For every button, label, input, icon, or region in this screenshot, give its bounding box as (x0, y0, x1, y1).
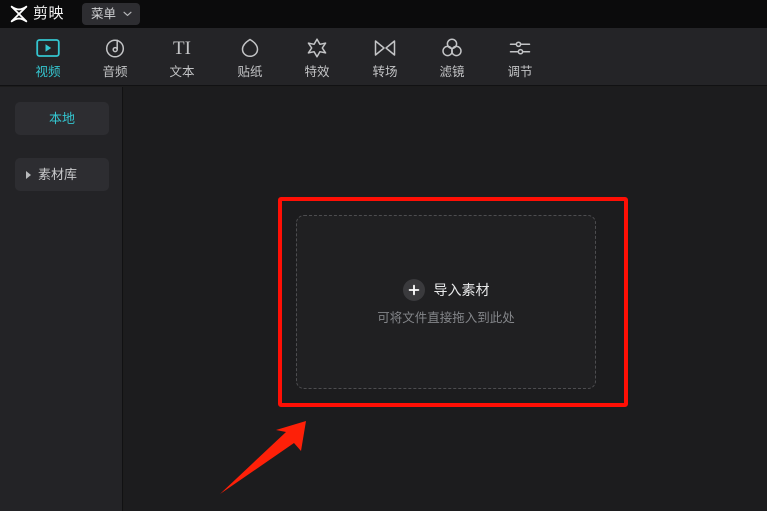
transition-icon (371, 35, 399, 61)
menu-button-label: 菜单 (91, 7, 117, 21)
tab-sticker-label: 贴纸 (237, 65, 263, 79)
tab-text-label: 文本 (169, 65, 195, 79)
sidebar-item-local[interactable]: 本地 (15, 102, 109, 135)
main-toolbar: 视频 音频 TI 文本 贴纸 特效 转场 滤镜 调节 (0, 28, 767, 86)
svg-text:TI: TI (173, 38, 191, 58)
sidebar-item-library[interactable]: 素材库 (15, 158, 109, 191)
app-name: 剪映 (33, 5, 65, 22)
video-icon (34, 35, 62, 61)
text-icon: TI (168, 35, 196, 61)
material-panel: 导入素材 可将文件直接拖入到此处 (124, 87, 767, 511)
import-label: 导入素材 (433, 281, 490, 298)
audio-icon (101, 35, 129, 61)
tab-audio-label: 音频 (102, 65, 128, 79)
sidebar-item-library-label: 素材库 (38, 167, 78, 182)
import-button[interactable]: 导入素材 (402, 278, 490, 301)
tab-video-label: 视频 (35, 65, 61, 79)
tab-filter-label: 滤镜 (439, 65, 465, 79)
drop-hint-text: 可将文件直接拖入到此处 (377, 310, 515, 325)
chevron-down-icon (123, 11, 132, 17)
capcut-logo-icon (8, 4, 30, 24)
tab-text[interactable]: TI 文本 (148, 34, 216, 84)
filter-icon (438, 35, 466, 61)
title-bar: 剪映 菜单 (0, 0, 767, 28)
tab-filter[interactable]: 滤镜 (418, 34, 486, 84)
adjust-icon (506, 35, 534, 61)
app-logo: 剪映 (8, 0, 64, 28)
triangle-right-icon (26, 170, 31, 179)
capcut-window: 剪映 菜单 视频 音频 TI 文本 贴纸 特效 转场 滤镜 调节 本地 素材库 … (0, 0, 767, 511)
tab-adjust-label: 调节 (507, 65, 533, 79)
tab-video[interactable]: 视频 (14, 34, 82, 84)
tab-adjust[interactable]: 调节 (486, 34, 554, 84)
tab-audio[interactable]: 音频 (81, 34, 149, 84)
effects-icon (303, 35, 331, 61)
import-dropzone[interactable]: 导入素材 可将文件直接拖入到此处 (296, 215, 596, 389)
tab-transition-label: 转场 (372, 65, 398, 79)
sticker-icon (236, 35, 264, 61)
plus-icon (402, 278, 425, 301)
menu-button[interactable]: 菜单 (82, 3, 141, 25)
sidebar-item-local-label: 本地 (48, 111, 75, 126)
tab-effects[interactable]: 特效 (283, 34, 351, 84)
tab-effects-label: 特效 (304, 65, 330, 79)
material-sidebar: 本地 素材库 (0, 87, 123, 511)
tab-sticker[interactable]: 贴纸 (216, 34, 284, 84)
tab-transition[interactable]: 转场 (351, 34, 419, 84)
